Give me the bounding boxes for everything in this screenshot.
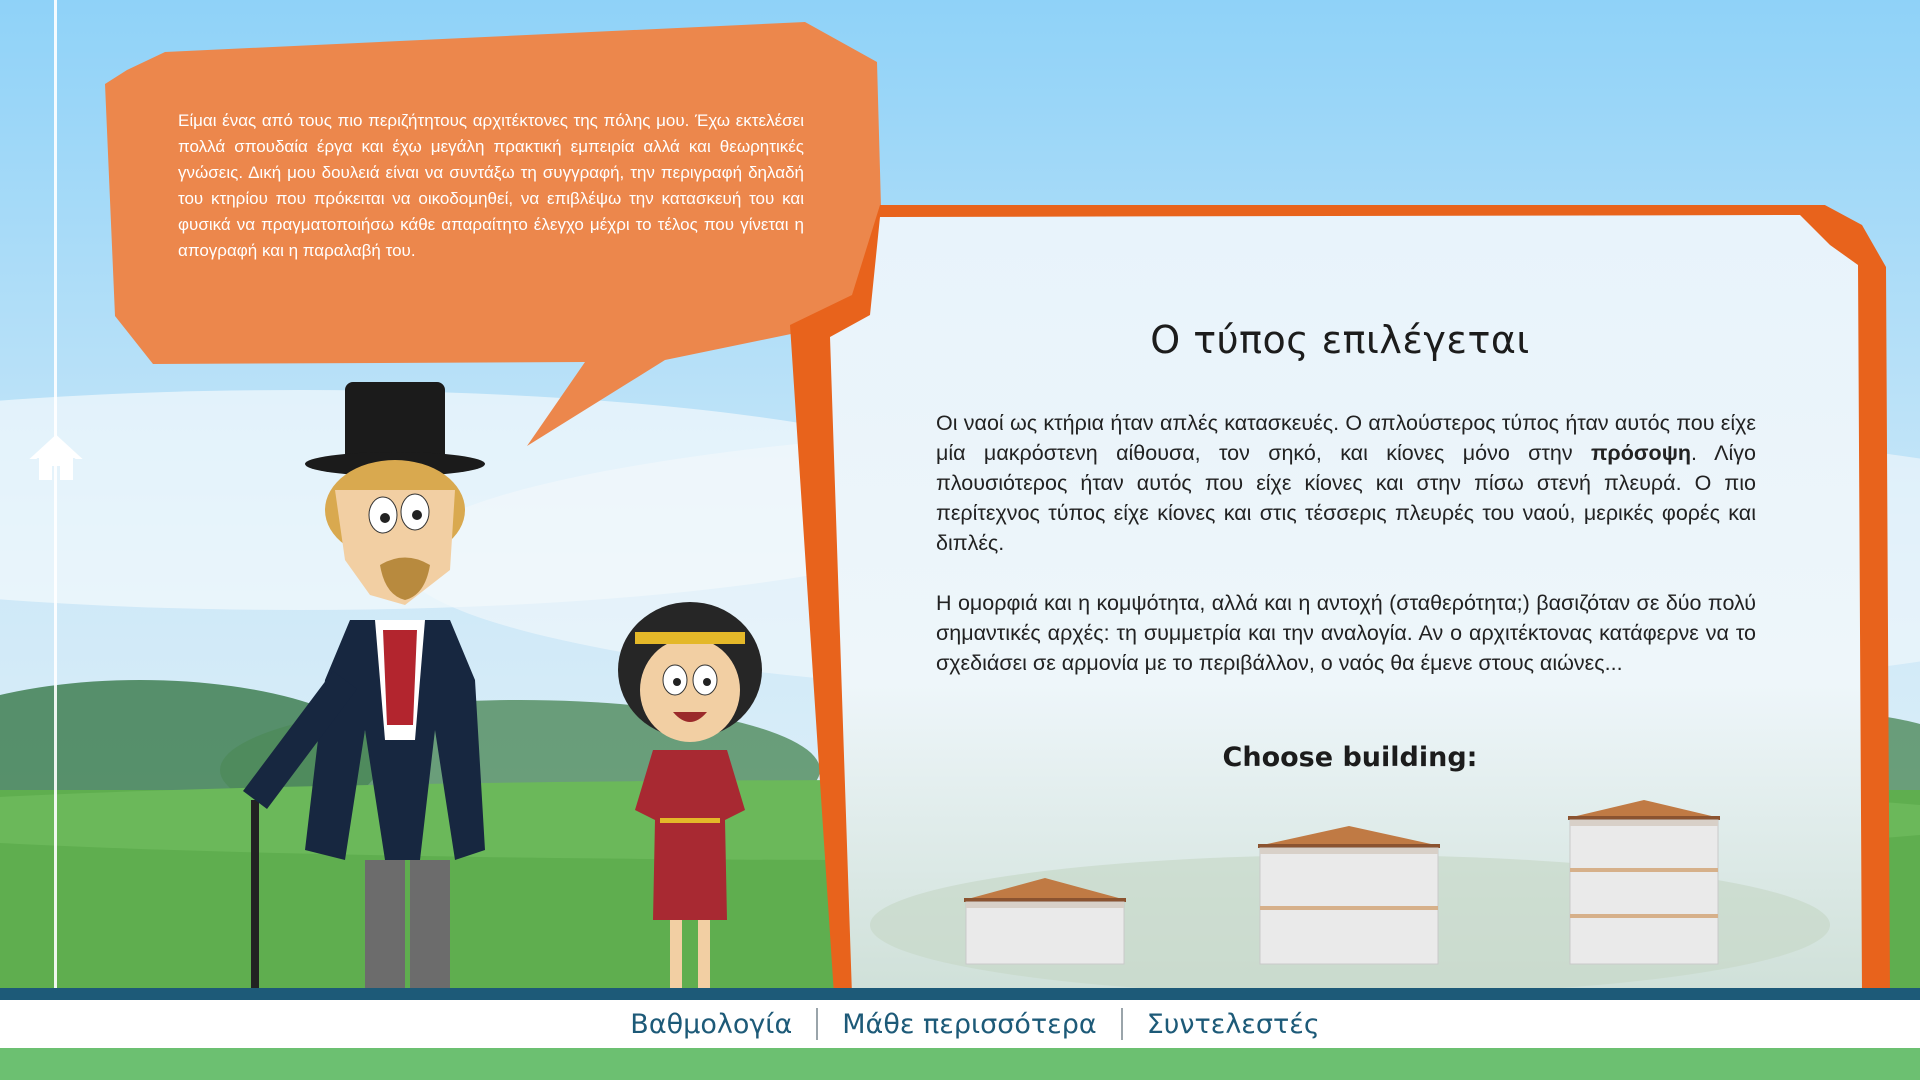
- building-option-medium[interactable]: [1256, 824, 1442, 966]
- footer-link-score[interactable]: Βαθμολογία: [606, 1009, 816, 1040]
- temple-small-icon: [964, 878, 1126, 965]
- building-option-small[interactable]: [962, 874, 1128, 966]
- principles-paragraph: Η ομορφιά και η κομψότητα, αλλά και η αν…: [936, 591, 1756, 675]
- sidebar-divider: [54, 0, 57, 990]
- choose-building-label: Choose building:: [1222, 742, 1478, 773]
- building-option-large[interactable]: [1566, 798, 1722, 966]
- footer-accent-bar: [0, 988, 1920, 1000]
- game-scene: Είμαι ένας από τους πιο περιζήτητους αρχ…: [0, 0, 1920, 1080]
- footer-link-learn-more[interactable]: Μάθε περισσότερα: [818, 1009, 1120, 1040]
- home-button[interactable]: [28, 432, 84, 484]
- footer-link-credits[interactable]: Συντελεστές: [1123, 1009, 1344, 1040]
- footer-nav: Βαθμολογία Μάθε περισσότερα Συντελεστές: [0, 1000, 1920, 1048]
- architect-character: [243, 382, 485, 1000]
- home-icon: [29, 434, 83, 480]
- child-character: [618, 602, 762, 990]
- temple-large-icon: [1568, 800, 1720, 965]
- footer-ground: [0, 1048, 1920, 1080]
- temple-medium-icon: [1258, 826, 1440, 965]
- speech-bubble-text: Είμαι ένας από τους πιο περιζήτητους αρχ…: [178, 111, 804, 260]
- panel-title: Ο τύπος επιλέγεται: [1150, 318, 1530, 362]
- intro-paragraph: Οι ναοί ως κτήρια ήταν απλές κατασκευές.…: [936, 411, 1757, 555]
- facade-term: πρόσοψη: [1590, 441, 1692, 465]
